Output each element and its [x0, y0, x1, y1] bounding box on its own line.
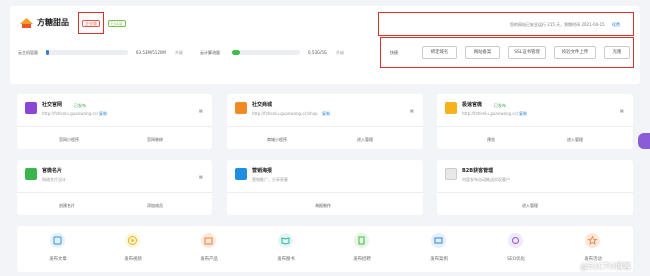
- cloud-data-label: 云主机容量: [18, 50, 38, 55]
- copy-link[interactable]: 复制: [519, 111, 527, 116]
- product-url: http://fzhenlu.guanwang.cc/: [42, 111, 99, 116]
- cloud-data-value: 63.53M/5120M: [136, 50, 166, 55]
- publish-article-icon[interactable]: [50, 233, 65, 248]
- site-logo-icon: [20, 14, 33, 28]
- publish-product-icon[interactable]: [201, 233, 216, 248]
- b2b-icon: [445, 168, 457, 180]
- cloud-data-progress: [46, 50, 128, 55]
- mall-icon: [235, 102, 247, 114]
- card-divider: [227, 192, 423, 193]
- qrcode-icon[interactable]: ▦: [410, 108, 414, 113]
- publish-product-label[interactable]: 发布产品: [189, 257, 229, 262]
- product-card-social-site: 社交官网 已发布 http://fzhenlu.guanwang.cc/ 复制 …: [17, 94, 212, 149]
- cloud-data-upgrade[interactable]: 升级: [175, 50, 183, 55]
- publish-case-label[interactable]: 发布案例: [419, 257, 459, 262]
- card-divider: [437, 192, 633, 193]
- product-title: 营销海报: [252, 168, 273, 174]
- publish-video-label[interactable]: 发布视频: [113, 257, 153, 262]
- quick-links-card: [17, 226, 633, 272]
- publish-video-icon[interactable]: [125, 233, 140, 248]
- action-enter-manage[interactable]: 进入管理: [522, 203, 538, 208]
- action-preview[interactable]: 预览: [487, 137, 495, 142]
- runtime-notice: 您的网站已安全运行 215 天，到期时间 2021-04-15: [510, 22, 605, 27]
- microsite-icon: [445, 102, 457, 114]
- product-card-social-mall: 社交商城 http://fzhenlu.guanwang.cc/shop 复制 …: [227, 94, 423, 149]
- qrcode-icon[interactable]: ▦: [199, 108, 203, 113]
- site-icon: [25, 102, 37, 114]
- action-enter-manage[interactable]: 进入管理: [567, 137, 583, 142]
- product-title: B2B获客管理: [462, 168, 494, 174]
- publish-book-label[interactable]: 发布图书: [266, 257, 306, 262]
- watermark: @51CTO博客: [580, 262, 631, 271]
- qrcode-icon[interactable]: ▦: [620, 108, 624, 113]
- poster-icon: [235, 168, 247, 180]
- namecard-icon: [25, 168, 37, 180]
- publish-case-icon[interactable]: [431, 233, 446, 248]
- action-enter-manage[interactable]: 进入管理: [357, 137, 373, 142]
- traffic-progress: [232, 50, 300, 55]
- product-title: 极速官微: [462, 102, 483, 108]
- action-mall-mini-program[interactable]: 商城小程序: [267, 137, 287, 142]
- card-divider: [437, 126, 633, 127]
- publish-recruit-label[interactable]: 发布招聘: [342, 257, 382, 262]
- action-mini-program[interactable]: 官网小程序: [59, 137, 79, 142]
- copy-link[interactable]: 复制: [99, 111, 107, 116]
- verified-badge: 已认证: [108, 20, 126, 27]
- publish-article-label[interactable]: 发布文章: [38, 257, 78, 262]
- site-name: 方糖甜品: [37, 18, 69, 27]
- product-title: 官微名片: [42, 168, 63, 174]
- product-card-namecard: 官微名片 网络名片设计 ▦ 创建名片 添加成员: [17, 160, 212, 215]
- published-status: 已发布: [494, 103, 506, 108]
- seo-optimize-icon[interactable]: [508, 233, 523, 248]
- product-card-poster: 营销海报 营销推广，分享获客 海报制作: [227, 160, 423, 215]
- ssl-manage-button[interactable]: SSL证书管理: [508, 46, 546, 59]
- product-desc: 营销推广，分享获客: [252, 177, 288, 182]
- publish-recruit-icon[interactable]: [354, 233, 369, 248]
- product-card-fast-microsite: 极速官微 已发布 http://fzhenlu.guanwang.cc/ 复制 …: [437, 94, 633, 149]
- copy-link[interactable]: 复制: [322, 111, 330, 116]
- published-status: 已发布: [74, 103, 86, 108]
- product-desc: 网络名片设计: [42, 177, 66, 182]
- card-divider: [17, 192, 212, 193]
- seo-optimize-label[interactable]: SEO优化: [496, 257, 536, 262]
- card-divider: [17, 126, 212, 127]
- quick-label: 快捷: [390, 50, 398, 55]
- action-add-member[interactable]: 添加成员: [147, 203, 163, 208]
- bind-domain-button[interactable]: 绑定域名: [422, 46, 457, 59]
- customer-service-icon[interactable]: [638, 133, 650, 149]
- product-title: 社交商城: [252, 102, 273, 108]
- product-card-b2b: B2B获客管理 内容发布自动推送实现客户 进入管理: [437, 160, 633, 215]
- traffic-label: 云计算流量: [200, 50, 220, 55]
- product-url: http://fzhenlu.guanwang.cc/: [462, 111, 519, 116]
- qrcode-icon[interactable]: ▦: [199, 174, 203, 179]
- renew-link[interactable]: 续费: [612, 22, 620, 27]
- product-desc: 内容发布自动推送实现客户: [462, 177, 510, 182]
- action-site-decor[interactable]: 官网装修: [147, 137, 163, 142]
- clone-button[interactable]: 克隆: [604, 46, 630, 59]
- publish-book-icon[interactable]: [278, 233, 293, 248]
- highlight-box-badge: [78, 12, 104, 34]
- site-filing-button[interactable]: 网站备案: [465, 46, 500, 59]
- publish-event-icon[interactable]: [585, 233, 600, 248]
- action-create-card[interactable]: 创建名片: [59, 203, 75, 208]
- product-title: 社交官网: [42, 102, 63, 108]
- traffic-upgrade[interactable]: 升级: [336, 50, 344, 55]
- product-url: http://fzhenlu.guanwang.cc/shop: [252, 111, 318, 116]
- traffic-value: 0.53G/5G: [308, 50, 327, 55]
- action-poster-make[interactable]: 海报制作: [315, 203, 331, 208]
- card-divider: [227, 126, 423, 127]
- verify-file-upload-button[interactable]: 校验文件上传: [554, 46, 596, 59]
